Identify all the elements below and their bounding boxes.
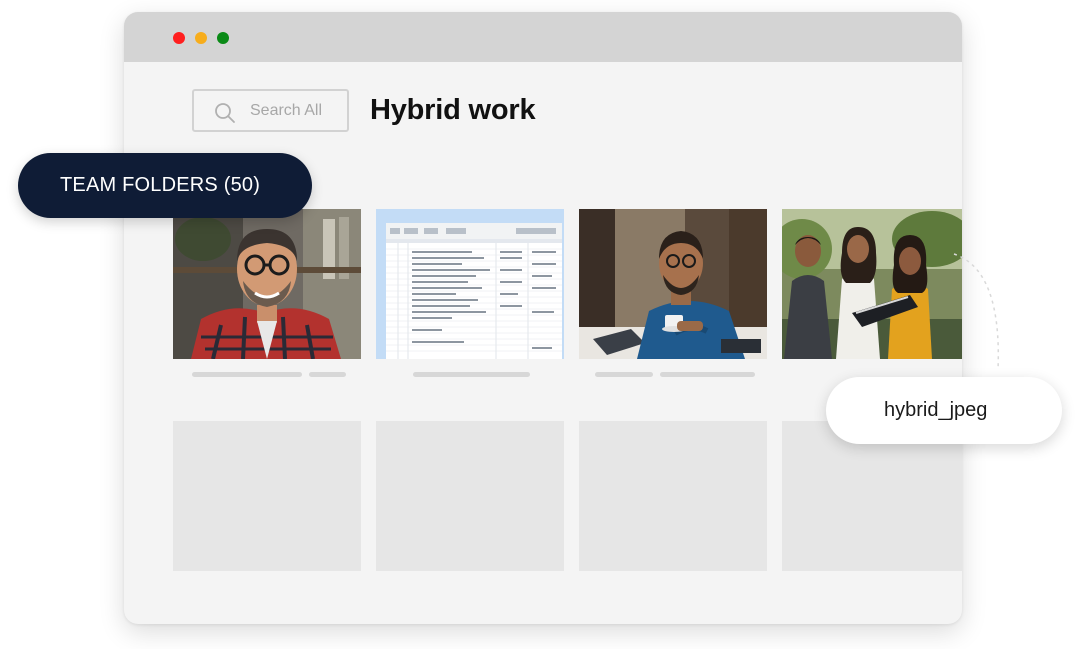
man-glasses-photo [173, 209, 361, 359]
team-folders-label: TEAM FOLDERS (50) [60, 174, 261, 196]
thumbnail-man-glasses-photo[interactable] [173, 209, 361, 359]
placeholder-card [173, 421, 361, 571]
man-coffee-photo [579, 209, 767, 359]
thumbnail-man-coffee-photo[interactable] [579, 209, 767, 359]
close-dot[interactable] [173, 32, 185, 44]
maximize-dot[interactable] [217, 32, 229, 44]
file-name-label: hybrid_jpeg [884, 399, 988, 421]
spreadsheet-preview [376, 209, 564, 359]
thumbnail-caption-placeholder [660, 372, 755, 377]
search-icon [215, 103, 235, 123]
thumbnail-caption-placeholder [309, 372, 346, 377]
file-name-badge[interactable]: hybrid_jpeg [826, 377, 1062, 444]
placeholder-card [376, 421, 564, 571]
search-input[interactable]: Search All [192, 89, 349, 132]
placeholder-card [579, 421, 767, 571]
window-titlebar [124, 12, 962, 62]
thumbnail-spreadsheet[interactable] [376, 209, 564, 359]
thumbnail-caption-placeholder [413, 372, 530, 377]
thumbnail-caption-placeholder [192, 372, 302, 377]
team-folders-badge[interactable]: TEAM FOLDERS (50) [18, 153, 312, 218]
dashed-connector [953, 253, 1000, 371]
thumbnail-team-meeting-photo[interactable] [782, 209, 962, 359]
minimize-dot[interactable] [195, 32, 207, 44]
page-title: Hybrid work [370, 94, 536, 126]
search-placeholder: Search All [250, 102, 323, 119]
team-meeting-photo [782, 209, 962, 359]
thumbnail-caption-placeholder [595, 372, 653, 377]
app-window: Search All Hybrid work [124, 12, 962, 624]
